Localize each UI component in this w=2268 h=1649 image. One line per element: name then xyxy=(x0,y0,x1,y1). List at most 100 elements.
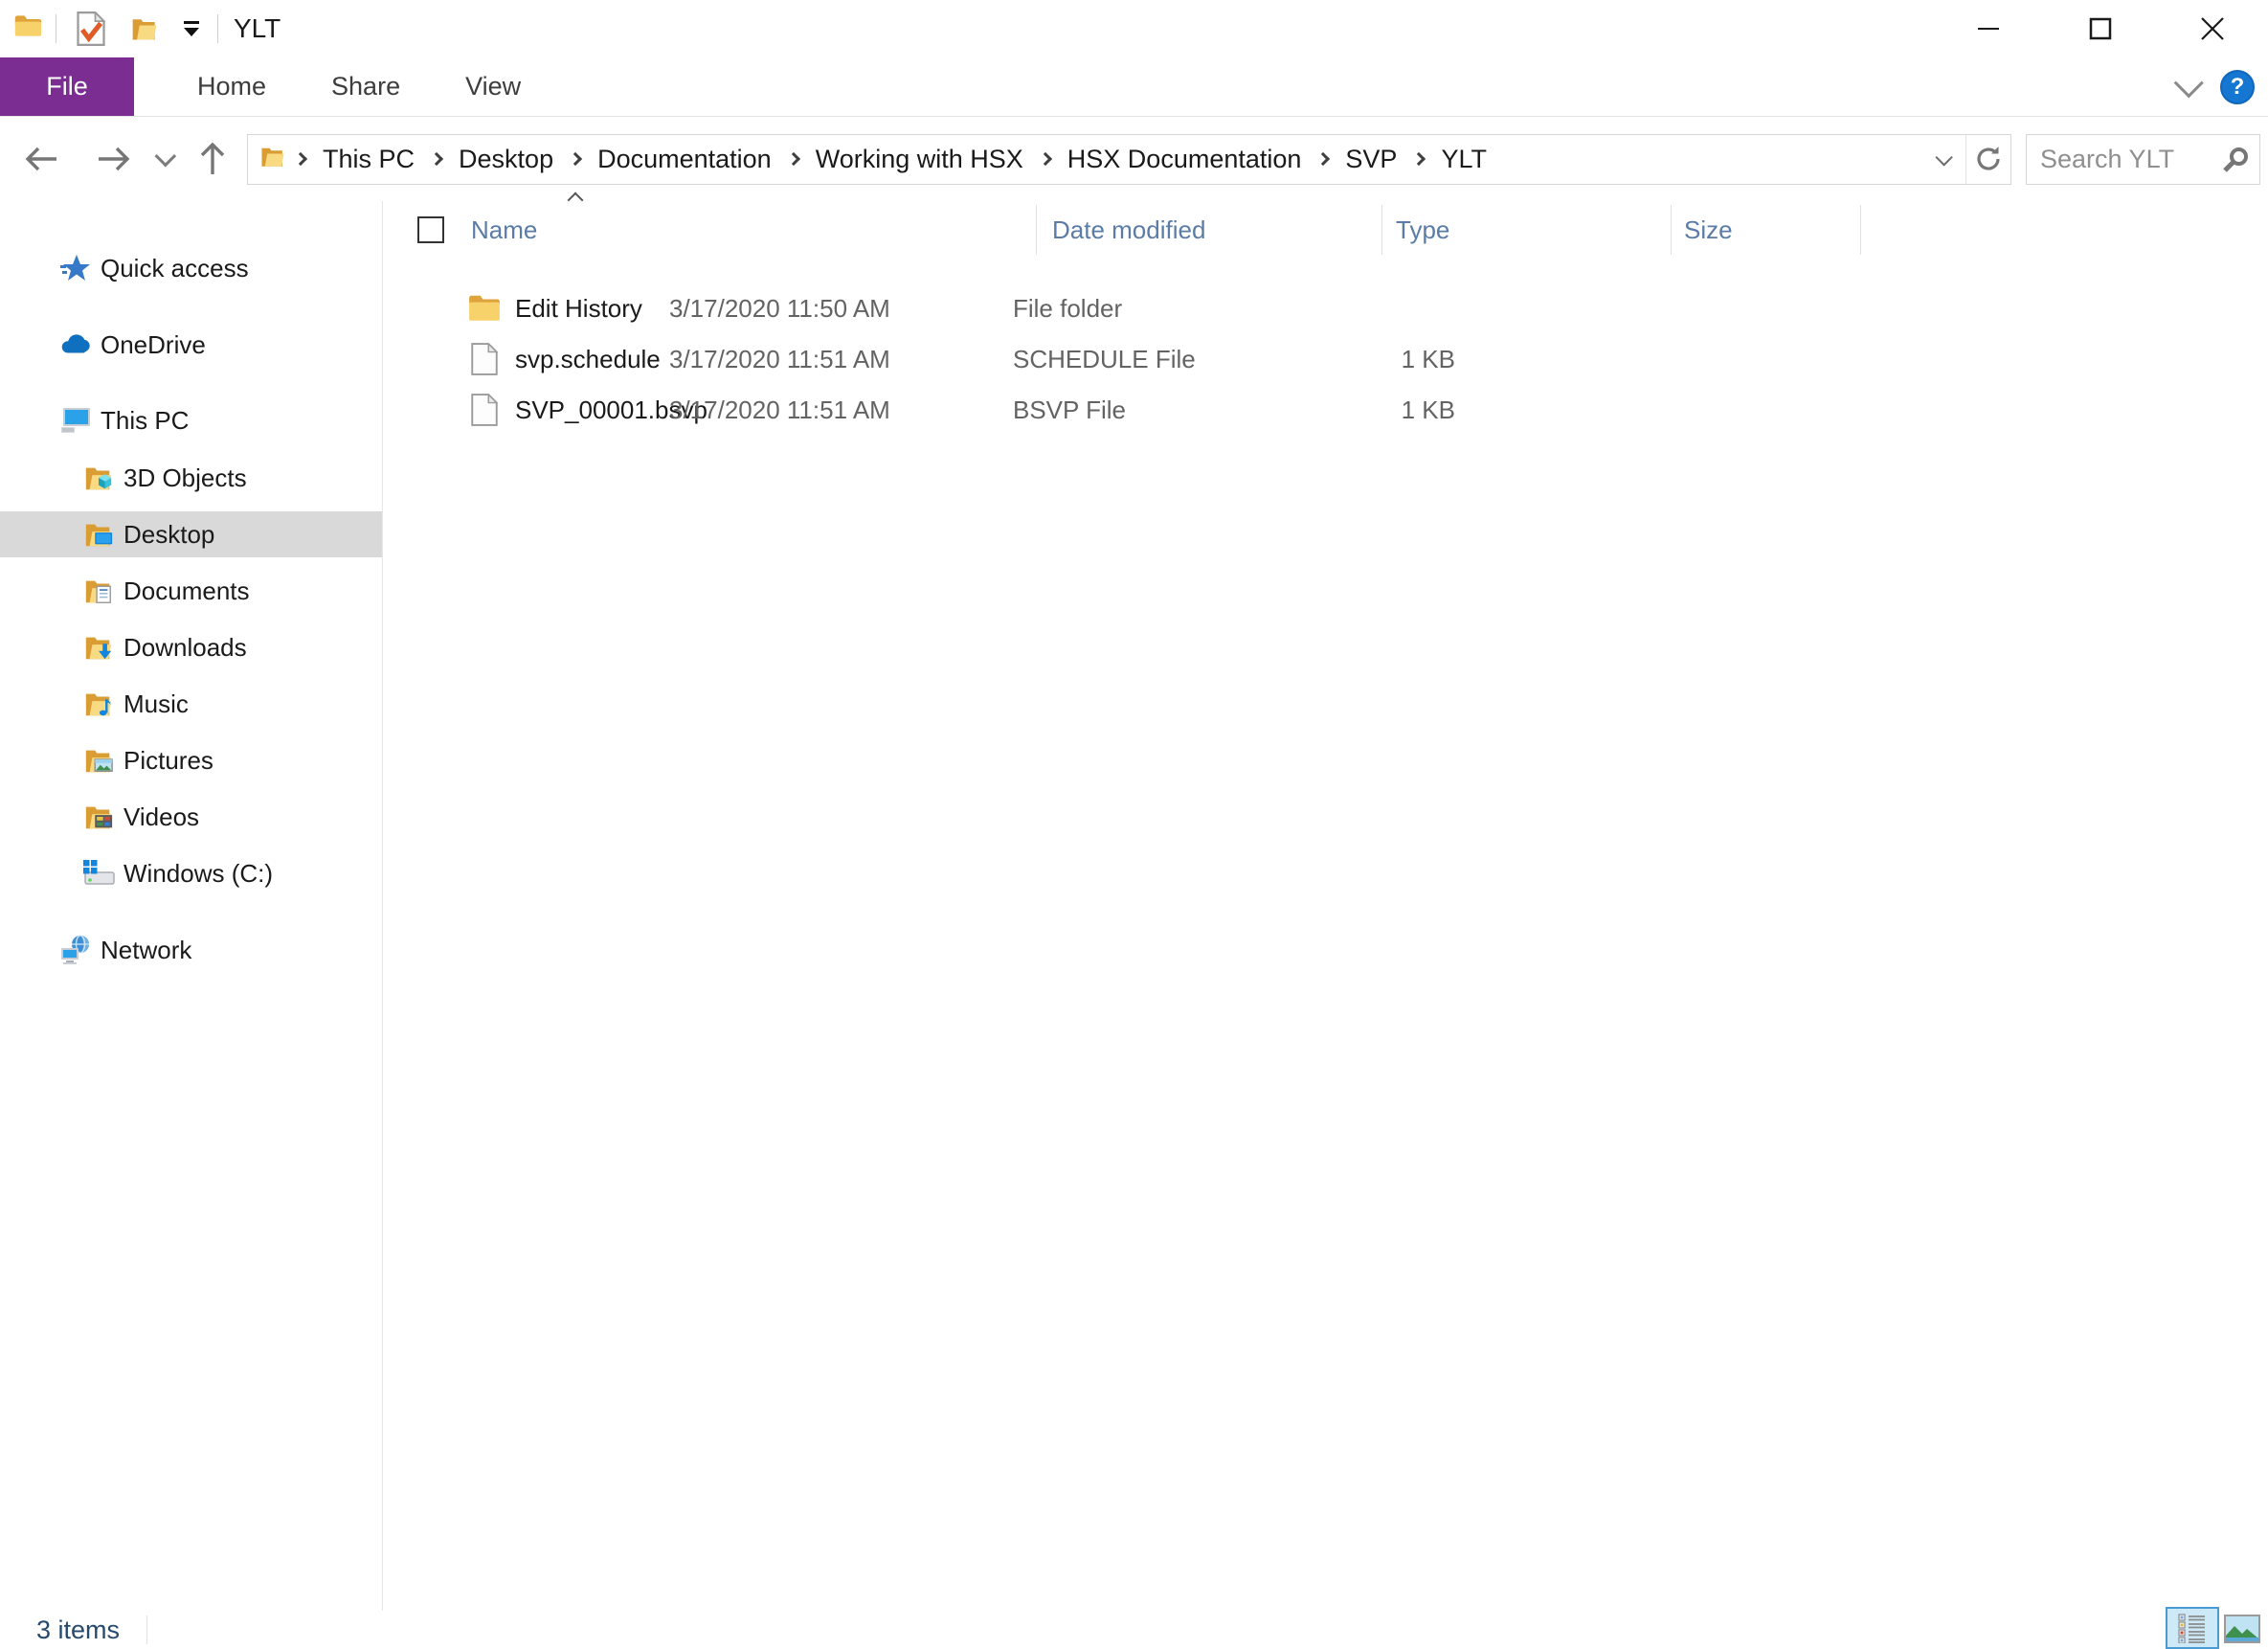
sidebar-item-videos[interactable]: Videos xyxy=(0,794,382,840)
3d-objects-folder-icon xyxy=(82,462,115,494)
up-icon[interactable] xyxy=(199,141,226,177)
sidebar-item-label: Music xyxy=(124,689,189,719)
tab-home[interactable]: Home xyxy=(165,57,299,116)
sidebar-item-label: Windows (C:) xyxy=(124,859,273,889)
properties-icon[interactable] xyxy=(70,8,112,50)
expand-ribbon-chevron-icon[interactable] xyxy=(2174,68,2204,98)
breadcrumb-chevron-icon xyxy=(1039,152,1052,166)
sidebar-item-pictures[interactable]: Pictures xyxy=(0,737,382,783)
new-folder-icon[interactable] xyxy=(124,8,166,50)
column-separator[interactable] xyxy=(1381,205,1382,255)
file-date-modified: 3/17/2020 11:51 AM xyxy=(669,334,890,385)
statusbar-separator xyxy=(146,1615,147,1644)
column-separator[interactable] xyxy=(1036,205,1037,255)
sidebar-item-label: Network xyxy=(101,936,191,965)
tab-view[interactable]: View xyxy=(433,57,553,116)
sidebar-item-onedrive[interactable]: OneDrive xyxy=(0,322,382,368)
music-folder-icon xyxy=(82,688,115,720)
refresh-icon[interactable] xyxy=(1966,135,2010,184)
sidebar-item-network[interactable]: Network xyxy=(0,927,382,973)
breadcrumb-item-this-pc[interactable]: This PC xyxy=(309,135,428,184)
column-separator[interactable] xyxy=(1671,205,1672,255)
sidebar-item-this-pc[interactable]: This PC xyxy=(0,397,382,443)
titlebar-separator xyxy=(217,14,218,43)
sidebar-item-label: Documents xyxy=(124,576,250,606)
pictures-folder-icon xyxy=(82,744,115,777)
sidebar-item-3d-objects[interactable]: 3D Objects xyxy=(0,455,382,501)
sidebar-item-music[interactable]: Music xyxy=(0,681,382,727)
explorer-window-icon xyxy=(13,13,42,45)
breadcrumb-item-ylt[interactable]: YLT xyxy=(1427,135,1500,184)
sidebar-item-downloads[interactable]: Downloads xyxy=(0,624,382,670)
file-rows: Edit History 3/17/2020 11:50 AM File fol… xyxy=(383,283,2243,436)
sidebar-item-windows-c[interactable]: Windows (C:) xyxy=(0,850,382,896)
sidebar-item-desktop[interactable]: Desktop xyxy=(0,511,382,557)
forward-icon[interactable] xyxy=(96,147,130,171)
items-count: 3 items xyxy=(36,1615,120,1645)
network-icon xyxy=(59,934,92,966)
breadcrumb-item-svp[interactable]: SVP xyxy=(1332,135,1410,184)
help-button[interactable]: ? xyxy=(2220,70,2255,104)
breadcrumb-label: SVP xyxy=(1334,145,1408,174)
downloads-folder-icon xyxy=(82,631,115,664)
breadcrumb-label: YLT xyxy=(1429,145,1498,174)
address-dropdown-chevron-icon[interactable] xyxy=(1935,148,1952,166)
breadcrumb-item-working-with-hsx[interactable]: Working with HSX xyxy=(802,135,1037,184)
column-separator[interactable] xyxy=(1860,205,1861,255)
breadcrumb-chevron-icon xyxy=(1412,152,1426,166)
documents-folder-icon xyxy=(82,575,115,607)
sidebar-item-documents[interactable]: Documents xyxy=(0,568,382,614)
breadcrumb-label: This PC xyxy=(311,145,426,174)
file-size xyxy=(1288,283,1455,334)
qat-dropdown-icon[interactable] xyxy=(179,10,204,48)
breadcrumb-chevron-icon xyxy=(1316,152,1330,166)
sidebar-item-label: Videos xyxy=(124,802,199,832)
search-icon[interactable] xyxy=(2221,146,2250,181)
recent-locations-chevron-icon[interactable] xyxy=(155,146,177,168)
column-header-type[interactable]: Type xyxy=(1396,203,1449,257)
column-header-name[interactable]: Name xyxy=(471,203,537,257)
breadcrumb-item-documentation[interactable]: Documentation xyxy=(584,135,785,184)
title-bar: YLT xyxy=(0,0,2268,57)
minimize-button[interactable] xyxy=(1932,0,2044,57)
window-title: YLT xyxy=(234,13,281,44)
breadcrumb-item-hsx-documentation[interactable]: HSX Documentation xyxy=(1054,135,1315,184)
select-all-checkbox[interactable] xyxy=(417,216,444,243)
address-bar[interactable]: This PC Desktop Documentation Working wi… xyxy=(247,134,2011,185)
breadcrumb-chevron-icon xyxy=(294,152,307,166)
sidebar-item-label: 3D Objects xyxy=(124,463,247,493)
file-name: svp.schedule xyxy=(515,334,661,385)
sidebar-item-label: Desktop xyxy=(124,520,214,550)
breadcrumb-chevron-icon xyxy=(787,152,800,166)
breadcrumb-label: HSX Documentation xyxy=(1056,145,1314,174)
file-row-svp-schedule[interactable]: svp.schedule 3/17/2020 11:51 AM SCHEDULE… xyxy=(383,334,2243,385)
close-button[interactable] xyxy=(2156,0,2268,57)
file-name: Edit History xyxy=(515,283,642,334)
file-explorer-window: YLT File Home Share View ? xyxy=(0,0,2268,1649)
back-icon[interactable] xyxy=(25,147,59,171)
column-header-label: Size xyxy=(1684,215,1733,245)
sidebar-item-quick-access[interactable]: Quick access xyxy=(0,245,382,291)
tab-share[interactable]: Share xyxy=(299,57,433,116)
window-controls xyxy=(1932,0,2268,57)
windows-drive-icon xyxy=(82,857,115,890)
file-row-edit-history[interactable]: Edit History 3/17/2020 11:50 AM File fol… xyxy=(383,283,2243,334)
column-header-label: Date modified xyxy=(1052,215,1205,245)
sidebar-item-label: OneDrive xyxy=(101,330,206,360)
column-header-label: Type xyxy=(1396,215,1449,245)
details-view-button[interactable] xyxy=(2166,1607,2219,1649)
tab-file[interactable]: File xyxy=(0,57,134,116)
thumbnails-view-icon xyxy=(2224,1615,2260,1643)
column-header-date-modified[interactable]: Date modified xyxy=(1052,203,1205,257)
breadcrumb-item-desktop[interactable]: Desktop xyxy=(445,135,567,184)
column-headers: Name Date modified Type Size xyxy=(383,203,2243,257)
file-row-svp-00001-bsvp[interactable]: SVP_00001.bsvp 3/17/2020 11:51 AM BSVP F… xyxy=(383,385,2243,436)
file-list-pane: Name Date modified Type Size Edit Histor… xyxy=(383,201,2268,1611)
sidebar-item-label: Quick access xyxy=(101,254,249,283)
thumbnails-view-button[interactable] xyxy=(2223,1613,2261,1645)
details-view-icon xyxy=(2178,1613,2207,1643)
column-header-size[interactable]: Size xyxy=(1684,203,1733,257)
maximize-button[interactable] xyxy=(2044,0,2156,57)
breadcrumb-chevron-icon xyxy=(430,152,443,166)
breadcrumb-label: Documentation xyxy=(586,145,783,174)
